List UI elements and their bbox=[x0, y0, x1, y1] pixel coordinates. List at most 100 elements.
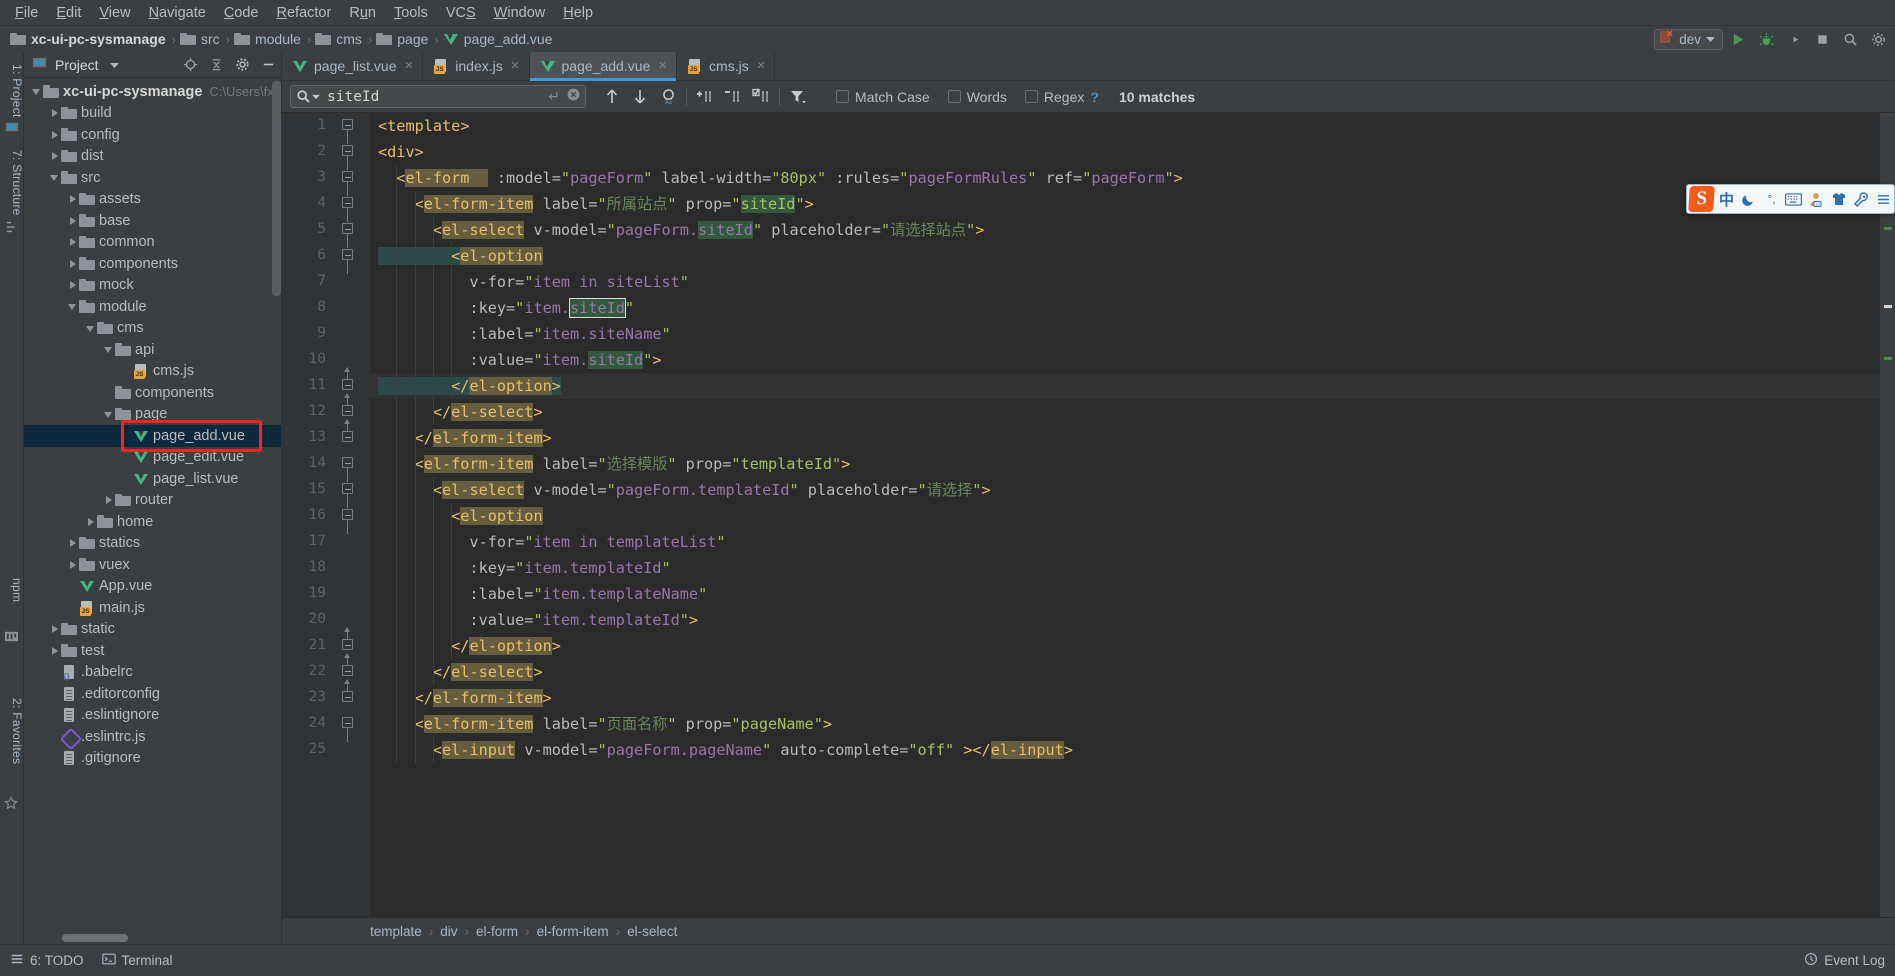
tree-node-build[interactable]: build bbox=[24, 103, 281, 125]
tree-node-module[interactable]: module bbox=[24, 296, 281, 318]
tree-node-assets[interactable]: assets bbox=[24, 189, 281, 211]
tree-toggle-closed-icon[interactable] bbox=[66, 214, 79, 227]
tree-node--babelrc[interactable]: .babelrc bbox=[24, 662, 281, 684]
tree-toggle-closed-icon[interactable] bbox=[48, 623, 61, 636]
regex-help-icon[interactable]: ? bbox=[1090, 89, 1099, 105]
tool-window-tab-favorites[interactable]: 2: Favorites bbox=[0, 692, 24, 770]
code-line[interactable]: </el-form-item> bbox=[370, 425, 1895, 451]
breadcrumb-item-page[interactable]: page bbox=[376, 31, 428, 47]
clear-icon[interactable] bbox=[566, 87, 581, 107]
code-line[interactable]: <el-input v-model="pageForm.pageName" au… bbox=[370, 737, 1895, 763]
fold-marker-start[interactable] bbox=[342, 717, 355, 742]
code-line[interactable]: <el-form-item label="所属站点" prop="siteId"… bbox=[370, 191, 1895, 217]
hide-panel-icon[interactable] bbox=[257, 54, 279, 76]
run-button[interactable] bbox=[1725, 28, 1751, 50]
breadcrumb-item-module[interactable]: module bbox=[233, 31, 301, 47]
tree-node-app-vue[interactable]: App.vue bbox=[24, 576, 281, 598]
code-line[interactable]: </el-select> bbox=[370, 399, 1895, 425]
settings-button[interactable] bbox=[1865, 28, 1891, 50]
tree-node--eslintignore[interactable]: .eslintignore bbox=[24, 705, 281, 727]
code-breadcrumb-el-form-item[interactable]: el-form-item bbox=[537, 924, 609, 939]
error-stripe-match-marker[interactable] bbox=[1884, 227, 1892, 230]
fold-marker-start[interactable] bbox=[342, 457, 355, 482]
breadcrumb-item-src[interactable]: src bbox=[179, 31, 220, 47]
moon-icon[interactable] bbox=[1739, 186, 1759, 212]
prev-occurrence-icon[interactable] bbox=[598, 84, 626, 110]
next-occurrence-icon[interactable] bbox=[626, 84, 654, 110]
project-tree[interactable]: xc-ui-pc-sysmanageC:\Users\fxd\D build con… bbox=[24, 78, 281, 769]
menu-item-help[interactable]: Help bbox=[554, 3, 602, 23]
tool-window-tab-structure[interactable]: 7: Structure bbox=[0, 144, 24, 222]
keyboard-icon[interactable] bbox=[1784, 186, 1804, 212]
punctuation-icon[interactable]: °, bbox=[1761, 186, 1781, 212]
fold-marker-start[interactable] bbox=[342, 223, 355, 248]
search-icon[interactable] bbox=[296, 89, 320, 104]
tree-node-common[interactable]: common bbox=[24, 232, 281, 254]
fold-marker-start[interactable] bbox=[342, 197, 355, 222]
tree-node-statics[interactable]: statics bbox=[24, 533, 281, 555]
close-icon[interactable]: × bbox=[405, 58, 414, 73]
tree-toggle-closed-icon[interactable] bbox=[48, 150, 61, 163]
error-stripe-match-marker[interactable] bbox=[1884, 357, 1892, 360]
tree-toggle-open-icon[interactable] bbox=[30, 85, 43, 98]
tree-node-static[interactable]: static bbox=[24, 619, 281, 641]
tools-icon[interactable] bbox=[1851, 186, 1871, 212]
stop-button[interactable] bbox=[1809, 28, 1835, 50]
tree-node--gitignore[interactable]: .gitignore bbox=[24, 748, 281, 770]
tree-toggle-open-icon[interactable] bbox=[48, 171, 61, 184]
code-line[interactable]: :label="item.templateName" bbox=[370, 581, 1895, 607]
code-line[interactable]: </el-select> bbox=[370, 659, 1895, 685]
tool-window-tab-npm[interactable]: npm bbox=[0, 572, 24, 608]
filter-icon[interactable] bbox=[784, 84, 812, 110]
menu-item-window[interactable]: Window bbox=[485, 3, 555, 23]
tree-node-page-list-vue[interactable]: page_list.vue bbox=[24, 468, 281, 490]
user-icon[interactable]: 10 bbox=[1806, 186, 1826, 212]
tree-node-components[interactable]: components bbox=[24, 253, 281, 275]
collapse-all-icon[interactable] bbox=[205, 54, 227, 76]
code-editor[interactable]: 1 2 3 4 5 6 7 8 9 10 11 12 13 14 15 16 17 18 19 20 21 22 23 24 2… bbox=[282, 113, 1895, 917]
code-line[interactable]: <el-option bbox=[370, 243, 1895, 269]
error-stripe-marker-bar[interactable] bbox=[1881, 113, 1895, 917]
tree-toggle-open-icon[interactable] bbox=[84, 322, 97, 335]
tree-toggle-closed-icon[interactable] bbox=[66, 236, 79, 249]
tree-toggle-closed-icon[interactable] bbox=[48, 644, 61, 657]
gear-icon[interactable] bbox=[231, 54, 253, 76]
run-configuration-selector[interactable]: dev bbox=[1654, 28, 1723, 50]
status-terminal-button[interactable]: Terminal bbox=[101, 952, 173, 969]
tree-node--eslintrc-js[interactable]: .eslintrc.js bbox=[24, 726, 281, 748]
code-breadcrumb-div[interactable]: div bbox=[440, 924, 457, 939]
debug-button[interactable] bbox=[1753, 28, 1779, 50]
sogou-ime-floating-bar[interactable]: S 中 °, 10 bbox=[1686, 184, 1895, 214]
code-breadcrumb-el-select[interactable]: el-select bbox=[627, 924, 677, 939]
tree-node-home[interactable]: home bbox=[24, 511, 281, 533]
breadcrumb-item-page-add-vue[interactable]: page_add.vue bbox=[443, 31, 553, 47]
code-line[interactable]: v-for="item in templateList" bbox=[370, 529, 1895, 555]
menu-item-code[interactable]: Code bbox=[215, 3, 268, 23]
code-line[interactable]: <el-option bbox=[370, 503, 1895, 529]
code-line[interactable]: <el-select v-model="pageForm.siteId" pla… bbox=[370, 217, 1895, 243]
code-line[interactable]: <el-form-item label="选择模版" prop="templat… bbox=[370, 451, 1895, 477]
tree-toggle-open-icon[interactable] bbox=[102, 408, 115, 421]
tree-node-src[interactable]: src bbox=[24, 167, 281, 189]
code-breadcrumb-el-form[interactable]: el-form bbox=[476, 924, 518, 939]
remove-line-icon[interactable] bbox=[719, 84, 747, 110]
sogou-logo-icon[interactable]: S bbox=[1688, 186, 1716, 212]
fold-marker-end[interactable] bbox=[342, 419, 355, 444]
project-vertical-scrollbar[interactable] bbox=[272, 81, 281, 296]
tree-node-mock[interactable]: mock bbox=[24, 275, 281, 297]
chevron-down-icon[interactable] bbox=[109, 56, 119, 74]
tree-toggle-closed-icon[interactable] bbox=[66, 537, 79, 550]
tree-toggle-closed-icon[interactable] bbox=[84, 515, 97, 528]
error-stripe-match-marker[interactable] bbox=[1884, 305, 1892, 308]
tree-node-dist[interactable]: dist bbox=[24, 146, 281, 168]
tree-toggle-open-icon[interactable] bbox=[66, 300, 79, 313]
add-line-icon[interactable] bbox=[691, 84, 719, 110]
editor-tab-page-add-vue[interactable]: page_add.vue × bbox=[529, 52, 678, 81]
menu-icon[interactable] bbox=[1874, 186, 1894, 212]
match-case-checkbox[interactable]: Match Case bbox=[836, 89, 930, 105]
fold-marker-end[interactable] bbox=[342, 627, 355, 652]
tree-node-cms-js[interactable]: cms.js bbox=[24, 361, 281, 383]
code-line[interactable]: :value="item.siteId"> bbox=[370, 347, 1895, 373]
code-line[interactable]: </el-form-item> bbox=[370, 685, 1895, 711]
editor-tab-cms-js[interactable]: cms.js × bbox=[677, 52, 776, 80]
